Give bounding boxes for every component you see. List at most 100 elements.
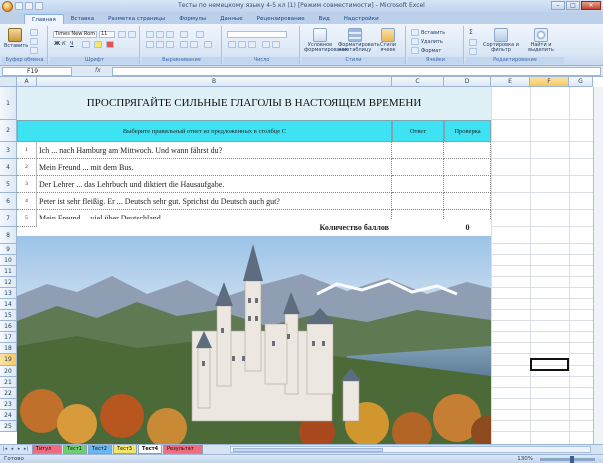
row-header[interactable]: 16 (0, 321, 17, 332)
horizontal-scroll-thumb[interactable] (233, 448, 383, 452)
font-size-select[interactable]: 11 (99, 31, 115, 38)
answer-header[interactable]: Ответ (392, 120, 444, 142)
grow-font-icon[interactable] (118, 31, 126, 38)
first-sheet-icon[interactable]: |◂ (2, 446, 8, 453)
question-number[interactable]: 3 (17, 176, 37, 193)
score-value[interactable]: 0 (444, 219, 491, 236)
check-cell[interactable] (444, 142, 491, 159)
tab-review[interactable]: Рецензирование (250, 14, 312, 24)
align-center-icon[interactable] (156, 41, 164, 48)
tab-home[interactable]: Главная (24, 14, 64, 24)
align-top-icon[interactable] (146, 31, 154, 38)
comma-style-icon[interactable] (248, 41, 256, 48)
indent-increase-icon[interactable] (190, 41, 198, 48)
row-header[interactable]: 10 (0, 255, 17, 266)
row-header[interactable]: 8 (0, 227, 17, 244)
borders-icon[interactable] (82, 41, 90, 48)
row-header[interactable]: 4 (0, 159, 17, 176)
question-text[interactable]: Ich ... nach Hamburg am Mittwoch. Und wa… (37, 142, 392, 159)
horizontal-scrollbar[interactable] (230, 446, 591, 453)
last-sheet-icon[interactable]: ▸| (23, 446, 29, 453)
question-number[interactable]: 4 (17, 193, 37, 210)
sheet-title[interactable]: ПРОСПРЯГАЙТЕ СИЛЬНЫЕ ГЛАГОЛЫ В НАСТОЯЩЕМ… (17, 87, 491, 120)
underline-button[interactable]: Ч (70, 41, 73, 47)
sheet-tab[interactable]: Тест1 (63, 445, 87, 454)
delete-cells-icon[interactable] (411, 38, 419, 45)
tab-addins[interactable]: Надстройки (337, 14, 386, 24)
tab-data[interactable]: Данные (213, 14, 250, 24)
active-cell-f19[interactable] (530, 358, 569, 371)
italic-button[interactable]: К (62, 41, 66, 47)
row-header[interactable]: 14 (0, 299, 17, 310)
font-color-icon[interactable] (106, 41, 114, 48)
select-all-button[interactable] (0, 77, 17, 87)
row-header[interactable]: 7 (0, 210, 17, 227)
orientation-icon[interactable] (180, 31, 188, 38)
align-bottom-icon[interactable] (166, 31, 174, 38)
merge-center-icon[interactable] (204, 41, 212, 48)
column-header-c[interactable]: C (392, 77, 444, 87)
check-cell[interactable] (444, 176, 491, 193)
sort-filter-button[interactable]: Сортировка и фильтр (482, 28, 520, 54)
maximize-button[interactable]: □ (566, 1, 580, 10)
row-header[interactable]: 18 (0, 343, 17, 354)
check-cell[interactable] (444, 193, 491, 210)
clear-icon[interactable] (469, 48, 477, 55)
increase-decimal-icon[interactable] (262, 41, 270, 48)
insert-function-icon[interactable]: fx (95, 67, 101, 74)
question-number[interactable]: 2 (17, 159, 37, 176)
column-header-a[interactable]: A (17, 77, 37, 87)
insert-cells-button[interactable]: Вставить (421, 30, 445, 36)
row-header[interactable]: 12 (0, 277, 17, 288)
format-as-table-button[interactable]: Форматировать как таблицу (338, 28, 380, 54)
percent-icon[interactable] (238, 41, 246, 48)
instruction-header[interactable]: Выберите правильный ответ из предложенны… (17, 120, 392, 142)
question-number[interactable]: 5 (17, 210, 37, 227)
row-header[interactable]: 24 (0, 410, 17, 421)
cell-styles-button[interactable]: Стили ячеек (374, 28, 402, 54)
column-header-e[interactable]: E (491, 77, 530, 87)
check-cell[interactable] (444, 159, 491, 176)
row-header[interactable]: 19 (0, 354, 17, 366)
delete-cells-button[interactable]: Удалить (421, 39, 443, 45)
score-label[interactable]: Количество баллов (37, 219, 392, 236)
paste-button[interactable]: Вставить (4, 28, 28, 54)
row-header[interactable]: 6 (0, 193, 17, 210)
align-middle-icon[interactable] (156, 31, 164, 38)
column-header-d[interactable]: D (444, 77, 491, 87)
question-text[interactable]: Peter ist sehr fleißig. Er ... Deutsch s… (37, 193, 392, 210)
row-header[interactable]: 21 (0, 377, 17, 388)
row-header[interactable]: 22 (0, 388, 17, 399)
name-box[interactable]: F19 (2, 67, 72, 76)
score-answer-cell[interactable] (392, 219, 444, 236)
currency-icon[interactable] (228, 41, 236, 48)
tab-insert[interactable]: Вставка (64, 14, 101, 24)
worksheet[interactable]: A B C D E F G 1 2 3 4 5 6 7 8 9 10 11 12 13 14 15 16 17 1… (0, 77, 603, 444)
row-header[interactable]: 9 (0, 244, 17, 255)
castle-picture[interactable] (17, 236, 491, 444)
fill-color-icon[interactable] (94, 41, 102, 48)
minimize-button[interactable]: – (551, 1, 565, 10)
format-painter-icon[interactable] (30, 47, 38, 54)
sheet-tab[interactable]: Титул (32, 445, 62, 454)
indent-decrease-icon[interactable] (180, 41, 188, 48)
bold-button[interactable]: Ж (54, 41, 60, 47)
sheet-tab[interactable]: Тест4 (138, 445, 162, 454)
zoom-level[interactable]: 130% (517, 456, 533, 462)
row-header[interactable]: 2 (0, 120, 17, 142)
question-text[interactable]: Der Lehrer ... das Lehrbuch und diktiert… (37, 176, 392, 193)
answer-cell[interactable] (392, 159, 444, 176)
column-header-g[interactable]: G (569, 77, 593, 87)
question-text[interactable]: Mein Freund ... mit dem Bus. (37, 159, 392, 176)
tab-view[interactable]: Вид (312, 14, 337, 24)
row-header[interactable]: 11 (0, 266, 17, 277)
cut-icon[interactable] (30, 29, 38, 36)
row-header[interactable]: 23 (0, 399, 17, 410)
number-format-select[interactable] (227, 31, 287, 38)
format-cells-icon[interactable] (411, 47, 419, 54)
row-header[interactable]: 20 (0, 366, 17, 377)
column-header-b[interactable]: B (37, 77, 392, 87)
zoom-slider[interactable] (540, 456, 595, 463)
align-left-icon[interactable] (146, 41, 154, 48)
prev-sheet-icon[interactable]: ◂ (9, 446, 15, 453)
